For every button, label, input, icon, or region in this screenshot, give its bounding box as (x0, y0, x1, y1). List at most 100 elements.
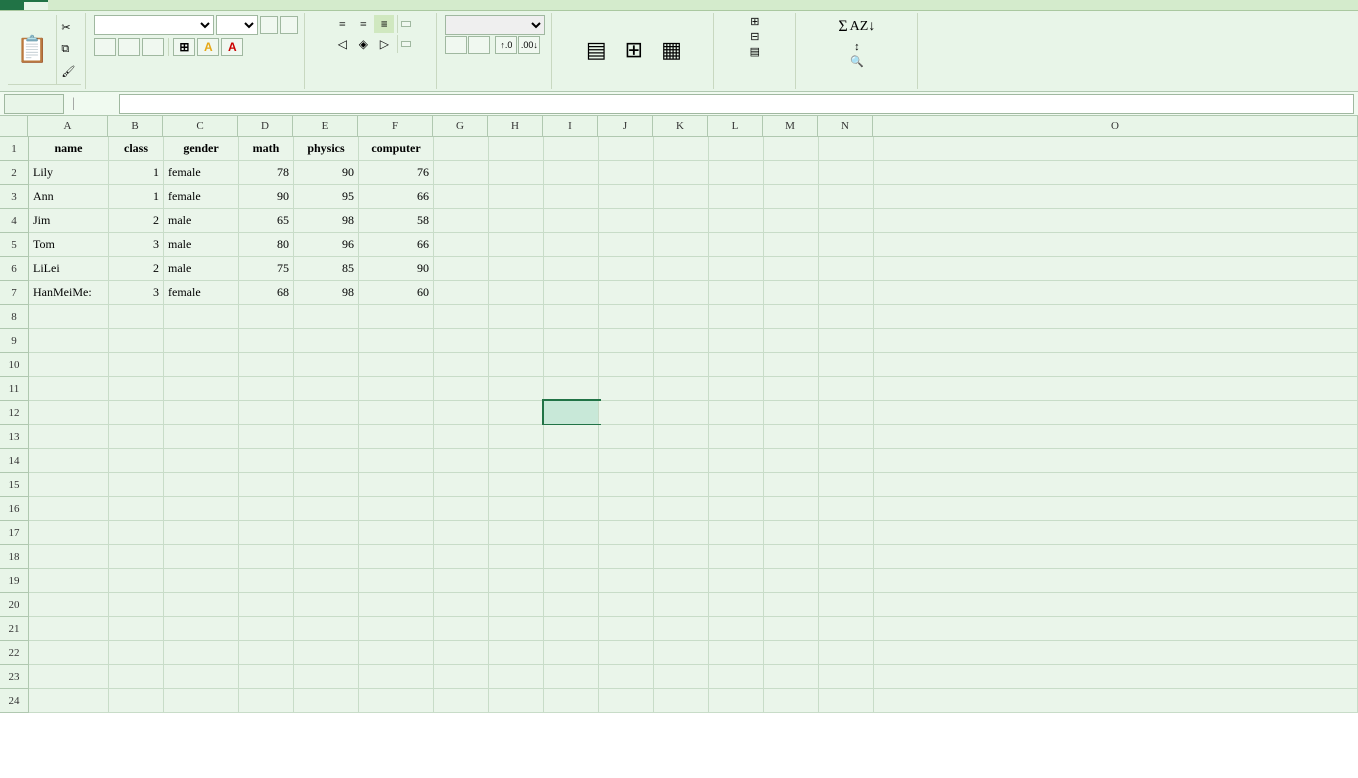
cell-H24[interactable] (489, 689, 544, 712)
cell-K22[interactable] (654, 641, 709, 664)
font-decrease-button[interactable] (280, 16, 298, 34)
cell-C17[interactable] (164, 521, 239, 544)
cell-M3[interactable] (764, 185, 819, 208)
cell-N15[interactable] (819, 473, 874, 496)
conditional-format-button[interactable]: ▤ (579, 32, 614, 68)
cell-B13[interactable] (109, 425, 164, 448)
number-format-select[interactable] (445, 15, 545, 35)
cell-A20[interactable] (29, 593, 109, 616)
cell-B8[interactable] (109, 305, 164, 328)
cell-K11[interactable] (654, 377, 709, 400)
cell-O1[interactable] (874, 137, 1358, 160)
cell-G8[interactable] (434, 305, 489, 328)
cell-I21[interactable] (544, 617, 599, 640)
cell-G22[interactable] (434, 641, 489, 664)
cell-H20[interactable] (489, 593, 544, 616)
cell-H1[interactable] (489, 137, 544, 160)
cell-O3[interactable] (874, 185, 1358, 208)
cell-B4[interactable]: 2 (109, 209, 164, 232)
font-increase-button[interactable] (260, 16, 278, 34)
row-header-15[interactable]: 15 (0, 473, 28, 497)
cell-J24[interactable] (599, 689, 654, 712)
cell-I7[interactable] (544, 281, 599, 304)
cell-A7[interactable]: HanMeiMe: (29, 281, 109, 304)
table-format-button[interactable]: ⊞ (618, 32, 650, 68)
col-header-D[interactable]: D (238, 116, 293, 136)
cell-B11[interactable] (109, 377, 164, 400)
cell-M11[interactable] (764, 377, 819, 400)
cell-N5[interactable] (819, 233, 874, 256)
cell-A8[interactable] (29, 305, 109, 328)
cell-F21[interactable] (359, 617, 434, 640)
cell-K7[interactable] (654, 281, 709, 304)
cell-I4[interactable] (544, 209, 599, 232)
cell-H10[interactable] (489, 353, 544, 376)
cell-E3[interactable]: 95 (294, 185, 359, 208)
cell-H22[interactable] (489, 641, 544, 664)
cell-M8[interactable] (764, 305, 819, 328)
cell-D23[interactable] (239, 665, 294, 688)
cell-G3[interactable] (434, 185, 489, 208)
cell-D21[interactable] (239, 617, 294, 640)
cell-O12[interactable] (874, 401, 1358, 424)
cell-G15[interactable] (434, 473, 489, 496)
cell-E19[interactable] (294, 569, 359, 592)
cell-E13[interactable] (294, 425, 359, 448)
cell-E1[interactable]: physics (294, 137, 359, 160)
cell-O7[interactable] (874, 281, 1358, 304)
cell-M24[interactable] (764, 689, 819, 712)
cell-A3[interactable]: Ann (29, 185, 109, 208)
cell-L11[interactable] (709, 377, 764, 400)
cell-J7[interactable] (599, 281, 654, 304)
row-header-5[interactable]: 5 (0, 233, 28, 257)
cell-M23[interactable] (764, 665, 819, 688)
cell-D9[interactable] (239, 329, 294, 352)
cell-I14[interactable] (544, 449, 599, 472)
paste-button[interactable]: 📋 (8, 15, 57, 84)
cell-L16[interactable] (709, 497, 764, 520)
font-size-select[interactable] (216, 15, 258, 35)
cell-F13[interactable] (359, 425, 434, 448)
cell-G5[interactable] (434, 233, 489, 256)
cell-E14[interactable] (294, 449, 359, 472)
cell-C1[interactable]: gender (164, 137, 239, 160)
row-header-9[interactable]: 9 (0, 329, 28, 353)
cell-K13[interactable] (654, 425, 709, 448)
cell-G6[interactable] (434, 257, 489, 280)
cell-H23[interactable] (489, 665, 544, 688)
cell-C10[interactable] (164, 353, 239, 376)
cell-K9[interactable] (654, 329, 709, 352)
cell-N17[interactable] (819, 521, 874, 544)
tab-developer[interactable] (192, 0, 216, 10)
fill-color-button[interactable]: A (197, 38, 219, 56)
cell-F24[interactable] (359, 689, 434, 712)
cell-J9[interactable] (599, 329, 654, 352)
cell-B5[interactable]: 3 (109, 233, 164, 256)
cell-E17[interactable] (294, 521, 359, 544)
cell-J15[interactable] (599, 473, 654, 496)
cell-C8[interactable] (164, 305, 239, 328)
cell-L15[interactable] (709, 473, 764, 496)
cell-H14[interactable] (489, 449, 544, 472)
cell-K3[interactable] (654, 185, 709, 208)
row-header-12[interactable]: 12 (0, 401, 28, 425)
cell-M21[interactable] (764, 617, 819, 640)
format-painter-button[interactable]: 🖌 (61, 65, 77, 78)
cell-J13[interactable] (599, 425, 654, 448)
cell-D18[interactable] (239, 545, 294, 568)
cell-N10[interactable] (819, 353, 874, 376)
cell-D15[interactable] (239, 473, 294, 496)
cell-A23[interactable] (29, 665, 109, 688)
cell-K5[interactable] (654, 233, 709, 256)
cell-I5[interactable] (544, 233, 599, 256)
cell-F9[interactable] (359, 329, 434, 352)
cell-L7[interactable] (709, 281, 764, 304)
cell-L3[interactable] (709, 185, 764, 208)
cell-D19[interactable] (239, 569, 294, 592)
cell-B19[interactable] (109, 569, 164, 592)
cell-J1[interactable] (599, 137, 654, 160)
cell-L24[interactable] (709, 689, 764, 712)
cell-F3[interactable]: 66 (359, 185, 434, 208)
cell-B24[interactable] (109, 689, 164, 712)
col-header-K[interactable]: K (653, 116, 708, 136)
